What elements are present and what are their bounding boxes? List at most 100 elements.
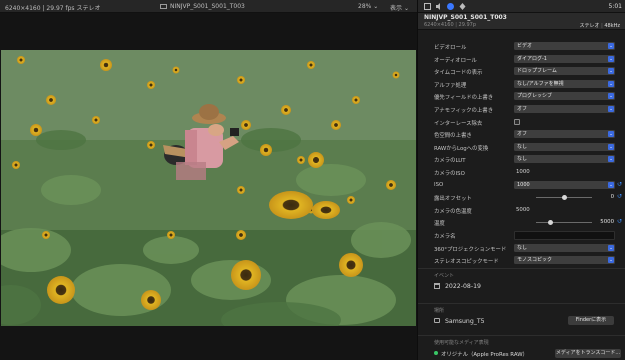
property-label: アルファ処理 bbox=[434, 82, 467, 89]
property-row: ビデオロール ビデオ ⌄ bbox=[418, 40, 625, 53]
chevron-down-icon: ⌄ bbox=[608, 43, 614, 49]
property-label: 温度 bbox=[434, 221, 445, 228]
property-popup[interactable]: なし ⌄ bbox=[514, 142, 615, 151]
property-row: ISO 1000 ⌄ ↺ bbox=[418, 179, 625, 192]
property-label: 360°プロジェクションモード bbox=[434, 246, 507, 253]
property-row: アルファ処理 なし/アルファを無視 ⌄ bbox=[418, 78, 625, 91]
chevron-down-icon: ⌄ bbox=[608, 156, 614, 163]
event-date: 2022-08-19 bbox=[445, 283, 481, 290]
property-value: なし bbox=[517, 244, 528, 251]
property-label: ビデオロール bbox=[434, 45, 467, 51]
inspector-panel: 5:01 NINJVP_S001_S001_T003 6240×4160 | 2… bbox=[417, 0, 625, 360]
media-representations-section: 使用可能なメディア表現 オリジナル（Apple ProRes RAW） メディア… bbox=[418, 335, 625, 360]
media-header: 使用可能なメディア表現 bbox=[434, 340, 489, 346]
viewer-clip-title: NINJVP_S001_S001_T003 bbox=[160, 3, 245, 10]
clip-duration: 5:01 bbox=[608, 3, 622, 10]
slider-knob[interactable] bbox=[547, 220, 553, 226]
property-value: 1000 bbox=[516, 168, 530, 175]
property-slider[interactable] bbox=[536, 195, 592, 201]
framerate-text: 29.97p bbox=[458, 22, 477, 28]
slider-value[interactable]: 5000 bbox=[600, 219, 614, 225]
chevron-down-icon: ⌄ bbox=[608, 55, 614, 62]
reveal-in-finder-button[interactable]: Finderに表示 bbox=[568, 316, 614, 325]
property-row: オーディオロール ダイアログ-1 ⌄ bbox=[418, 53, 625, 66]
property-row: カメラのISO 1000 bbox=[418, 166, 625, 179]
chevron-down-icon: ⌄ bbox=[403, 5, 409, 12]
property-slider[interactable] bbox=[536, 220, 592, 226]
viewer: 6240×4160 | 29.97 fps ステレオ NINJVP_S001_S… bbox=[0, 0, 417, 360]
property-popup[interactable]: ドロップフレーム ⌄ bbox=[514, 67, 615, 76]
property-row: 360°プロジェクションモード なし ⌄ bbox=[418, 242, 625, 255]
property-row: カメラ名 bbox=[418, 229, 625, 242]
property-row: RAWからLogへの変換 なし ⌄ bbox=[418, 141, 625, 154]
property-label: オーディオロール bbox=[434, 57, 477, 64]
drive-icon bbox=[434, 318, 440, 323]
location-section: 場所 Samsung_T5 Finderに表示 bbox=[418, 303, 625, 331]
chevron-down-icon: ⌄ bbox=[608, 181, 614, 188]
property-value: プログレッシブ bbox=[517, 93, 553, 100]
property-row: カメラのLUT なし ⌄ bbox=[418, 153, 625, 166]
property-row: ステレオスコピックモード モノスコピック ⌄ bbox=[418, 254, 625, 267]
reset-icon[interactable]: ↺ bbox=[617, 218, 622, 225]
chevron-down-icon: ⌄ bbox=[608, 143, 614, 150]
info-inspector-tab-icon[interactable] bbox=[447, 3, 454, 10]
property-row: タイムコードの表示 ドロップフレーム ⌄ bbox=[418, 65, 625, 78]
property-row: カメラの色温度 5000 bbox=[418, 204, 625, 217]
transcode-media-button[interactable]: メディアをトランスコード... bbox=[555, 349, 621, 358]
chevron-down-icon: ⌄ bbox=[608, 105, 614, 112]
clip-format-info: 6240×4160 | 29.97 fps ステレオ bbox=[5, 5, 101, 12]
property-popup[interactable]: なし/アルファを無視 ⌄ bbox=[514, 79, 615, 88]
reset-icon[interactable]: ↺ bbox=[617, 181, 622, 188]
camera-name-input[interactable] bbox=[514, 230, 615, 240]
location-header: 場所 bbox=[434, 308, 445, 314]
property-popup[interactable]: 1000 ⌄ bbox=[514, 180, 615, 189]
property-value: オフ bbox=[517, 131, 528, 138]
location-name: Samsung_T5 bbox=[445, 318, 485, 325]
property-popup[interactable]: オフ ⌄ bbox=[514, 130, 615, 139]
sunflower-field-image bbox=[1, 50, 416, 326]
inspector-tabs: 5:01 bbox=[418, 0, 625, 13]
audio-tab-icon[interactable] bbox=[435, 3, 442, 10]
event-header: イベント bbox=[434, 273, 455, 279]
property-row: 優先フィールドの上書き プログレッシブ ⌄ bbox=[418, 90, 625, 103]
original-media: オリジナル（Apple ProRes RAW） bbox=[441, 352, 528, 358]
info-tab-icon[interactable] bbox=[424, 3, 431, 10]
property-value: ドロップフレーム bbox=[517, 68, 557, 75]
reset-icon[interactable]: ↺ bbox=[617, 193, 622, 200]
property-value: 1000 bbox=[517, 181, 530, 188]
property-popup[interactable]: プログレッシブ ⌄ bbox=[514, 92, 615, 101]
property-popup[interactable]: モノスコピック ⌄ bbox=[514, 256, 615, 265]
property-checkbox[interactable] bbox=[514, 118, 520, 125]
property-label: タイムコードの表示 bbox=[434, 70, 483, 77]
view-menu[interactable]: 表示 ⌄ bbox=[390, 3, 409, 12]
property-value: なし/アルファを無視 bbox=[517, 80, 564, 87]
slider-knob[interactable] bbox=[561, 195, 567, 201]
property-popup[interactable]: ダイアログ-1 ⌄ bbox=[514, 54, 615, 63]
property-label: カメラの色温度 bbox=[434, 208, 472, 215]
video-frame[interactable] bbox=[1, 50, 416, 326]
zoom-value: 28% bbox=[358, 3, 372, 10]
resolution-text: 6240×4160 bbox=[424, 22, 454, 28]
clip-format: 6240×4160 | 29.97p bbox=[424, 22, 477, 28]
viewer-toolbar: 6240×4160 | 29.97 fps ステレオ NINJVP_S001_S… bbox=[0, 0, 417, 13]
inspector-clip-name: NINJVP_S001_S001_T003 bbox=[424, 14, 507, 21]
calendar-icon bbox=[434, 283, 440, 289]
slider-value[interactable]: 0 bbox=[611, 194, 614, 200]
property-label: ステレオスコピックモード bbox=[434, 259, 499, 266]
audio-format: ステレオ | 48kHz bbox=[579, 23, 620, 29]
property-popup[interactable]: オフ ⌄ bbox=[514, 104, 615, 113]
property-row: 色空間の上書き オフ ⌄ bbox=[418, 128, 625, 141]
property-label: アナモフィックの上書き bbox=[434, 107, 494, 114]
property-row: インターレース除去 bbox=[418, 116, 625, 129]
chevron-down-icon: ⌄ bbox=[608, 93, 614, 100]
chevron-down-icon: ⌄ bbox=[608, 80, 614, 87]
chevron-down-icon: ⌄ bbox=[373, 3, 379, 10]
property-value: 5000 bbox=[516, 206, 530, 213]
property-popup[interactable]: なし ⌄ bbox=[514, 243, 615, 252]
property-popup[interactable]: なし ⌄ bbox=[514, 155, 615, 164]
viewer-clip-name: NINJVP_S001_S001_T003 bbox=[170, 3, 245, 10]
share-tab-icon[interactable] bbox=[459, 3, 466, 10]
zoom-menu[interactable]: 28% ⌄ bbox=[358, 3, 378, 10]
samplerate-text: 48kHz bbox=[604, 23, 620, 29]
property-popup[interactable]: ビデオ ⌄ bbox=[514, 42, 615, 50]
